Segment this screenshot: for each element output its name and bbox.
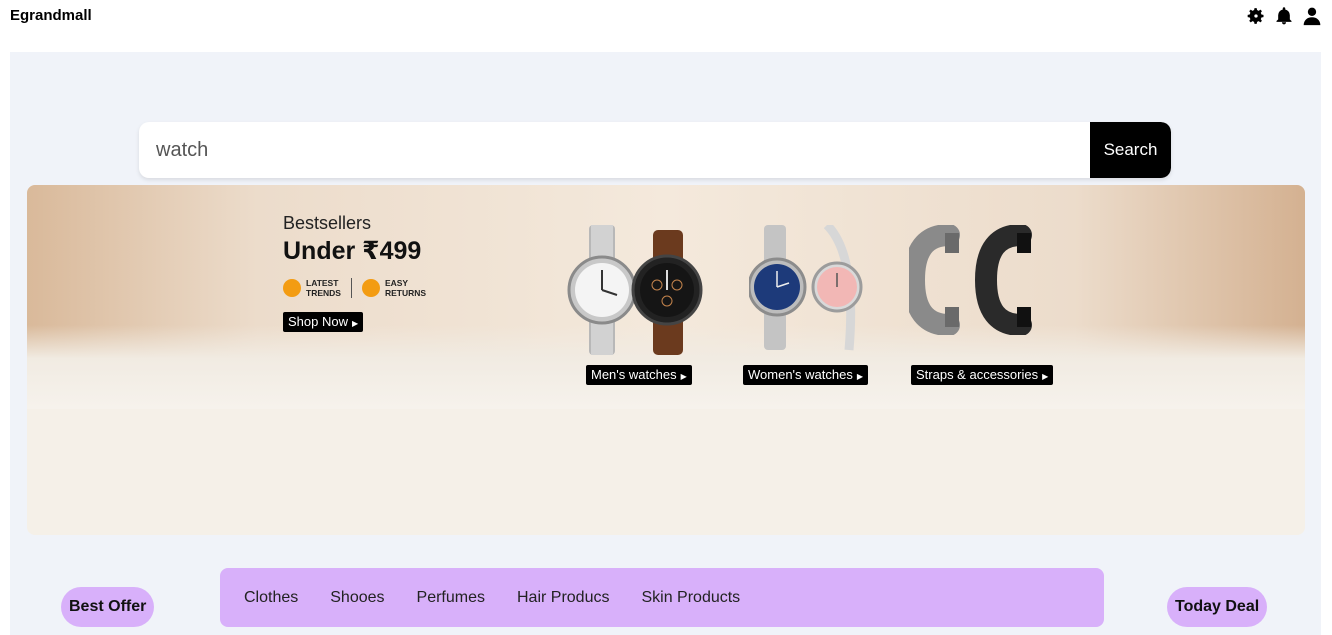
mens-watches-button[interactable]: Men's watches ▶	[586, 365, 692, 385]
womens-watches-image[interactable]	[749, 225, 869, 355]
straps-image[interactable]	[909, 225, 1059, 335]
header-icons	[1246, 5, 1322, 27]
search-input[interactable]	[139, 122, 1090, 178]
banner-text: Bestsellers Under ₹499 LATEST TRENDS EASY…	[283, 213, 426, 332]
returns-icon	[361, 279, 380, 297]
badge-divider	[350, 278, 352, 298]
search-bar: Search	[139, 122, 1171, 178]
user-icon[interactable]	[1302, 5, 1322, 27]
banner-badges: LATEST TRENDS EASY RETURNS	[283, 278, 426, 298]
category-bar: Clothes Shooes Perfumes Hair Producs Ski…	[220, 568, 1104, 627]
badge-line: TRENDS	[306, 288, 341, 298]
play-arrow-icon: ▶	[1042, 372, 1049, 381]
bottom-row: Best Offer Clothes Shooes Perfumes Hair …	[10, 568, 1321, 628]
badge-line: RETURNS	[384, 288, 427, 298]
womens-watches-button[interactable]: Women's watches ▶	[743, 365, 868, 385]
straps-accessories-button[interactable]: Straps & accessories ▶	[911, 365, 1054, 385]
category-label: Straps & accessories	[916, 367, 1039, 382]
shop-now-button[interactable]: Shop Now ▶	[283, 312, 364, 332]
play-arrow-icon: ▶	[856, 372, 863, 381]
bell-icon[interactable]	[1274, 5, 1294, 27]
main-content: Search Bestsellers Under ₹499 LATESTTREN…	[10, 52, 1321, 635]
promo-banner[interactable]: Bestsellers Under ₹499 LATEST TRENDS EASY…	[27, 185, 1305, 535]
category-skin-products[interactable]: Skin Products	[641, 589, 740, 607]
brand-logo[interactable]: Egrandmall	[10, 7, 92, 24]
category-hair-products[interactable]: Hair Producs	[517, 589, 609, 607]
today-deal-button[interactable]: Today Deal	[1167, 587, 1268, 627]
category-perfumes[interactable]: Perfumes	[417, 589, 485, 607]
gear-icon[interactable]	[1246, 5, 1266, 27]
mens-watches-image[interactable]	[567, 225, 712, 355]
shop-now-label: Shop Now	[288, 314, 348, 329]
search-button[interactable]: Search	[1090, 122, 1171, 178]
best-offer-button[interactable]: Best Offer	[61, 587, 155, 627]
badge-line: EASY	[384, 278, 409, 288]
category-label: Men's watches	[591, 367, 677, 382]
badge-easy-returns: EASY RETURNS	[361, 278, 427, 298]
play-arrow-icon: ▶	[351, 319, 359, 328]
category-label: Women's watches	[748, 367, 853, 382]
banner-subtitle: Bestsellers	[283, 213, 372, 233]
banner-headline: Under ₹499	[283, 237, 422, 265]
trend-icon	[283, 279, 301, 297]
badge-line: LATEST	[306, 278, 339, 288]
category-shooes[interactable]: Shooes	[330, 589, 384, 607]
play-arrow-icon: ▶	[680, 372, 687, 381]
top-bar: Egrandmall	[0, 0, 1332, 34]
category-clothes[interactable]: Clothes	[244, 589, 298, 607]
badge-latest-trends: LATEST TRENDS	[283, 278, 341, 298]
